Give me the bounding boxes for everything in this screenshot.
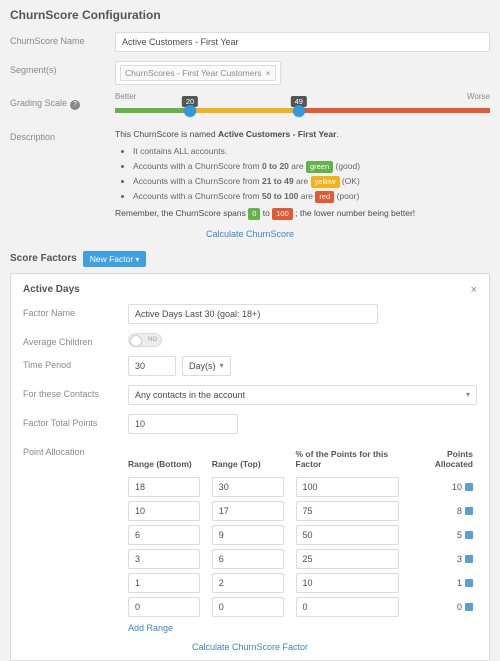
slider-handle-high[interactable] — [293, 105, 305, 117]
range-pct-input[interactable] — [296, 597, 399, 617]
new-factor-button[interactable]: New Factor — [83, 251, 147, 267]
factor-name-input[interactable] — [128, 304, 378, 324]
allocation-table: Range (Bottom) Range (Top) % of the Poin… — [128, 445, 477, 619]
delete-row-icon[interactable] — [465, 483, 473, 491]
churnscore-name-input[interactable] — [115, 32, 490, 52]
range-pct-input[interactable] — [296, 477, 399, 497]
add-range-link[interactable]: Add Range — [128, 623, 173, 633]
help-icon[interactable]: ? — [70, 100, 80, 110]
slider-worse-label: Worse — [467, 92, 490, 101]
range-pct-input[interactable] — [296, 573, 399, 593]
range-bottom-input[interactable] — [128, 549, 200, 569]
segment-tag[interactable]: ChurnScores - First Year Customers × — [120, 65, 276, 81]
close-icon[interactable]: × — [266, 68, 271, 78]
table-row: 8 — [128, 499, 477, 523]
range-top-input[interactable] — [212, 573, 284, 593]
table-row: 0 — [128, 595, 477, 619]
delete-row-icon[interactable] — [465, 507, 473, 515]
description-text: This ChurnScore is named Active Customer… — [115, 128, 490, 220]
delete-row-icon[interactable] — [465, 579, 473, 587]
description-bullet: Accounts with a ChurnScore from 0 to 20 … — [133, 160, 490, 173]
label-avg-children: Average Children — [23, 333, 128, 347]
delete-row-icon[interactable] — [465, 555, 473, 563]
label-time-period: Time Period — [23, 356, 128, 370]
table-row: 3 — [128, 547, 477, 571]
col-range-top: Range (Top) — [212, 445, 296, 475]
range-bottom-input[interactable] — [128, 477, 200, 497]
col-alloc: Points Allocated — [414, 445, 477, 475]
label-description: Description — [10, 128, 115, 142]
factor-panel: Active Days × Factor Name Average Childr… — [10, 273, 490, 661]
label-factor-name: Factor Name — [23, 304, 128, 318]
range-pct-input[interactable] — [296, 549, 399, 569]
range-bottom-input[interactable] — [128, 501, 200, 521]
slider-track: 20 49 — [115, 108, 490, 113]
range-top-input[interactable] — [212, 597, 284, 617]
points-allocated: 0 — [457, 602, 462, 612]
chevron-down-icon: ▾ — [220, 361, 224, 370]
slider-better-label: Better — [115, 92, 136, 101]
time-period-unit-select[interactable]: Day(s)▾ — [182, 356, 231, 376]
segment-tag-label: ChurnScores - First Year Customers — [125, 68, 262, 78]
delete-row-icon[interactable] — [465, 603, 473, 611]
label-factor-total: Factor Total Points — [23, 414, 128, 428]
range-bottom-input[interactable] — [128, 573, 200, 593]
calculate-factor-link[interactable]: Calculate ChurnScore Factor — [23, 642, 477, 652]
range-top-input[interactable] — [212, 477, 284, 497]
col-pct: % of the Points for this Factor — [296, 445, 415, 475]
label-name: ChurnScore Name — [10, 32, 115, 46]
table-row: 5 — [128, 523, 477, 547]
close-icon[interactable]: × — [471, 284, 477, 296]
range-top-input[interactable] — [212, 549, 284, 569]
label-for-contacts: For these Contacts — [23, 385, 128, 399]
col-range-bottom: Range (Bottom) — [128, 445, 212, 475]
factor-title: Active Days — [23, 284, 80, 295]
points-allocated: 1 — [457, 578, 462, 588]
table-row: 1 — [128, 571, 477, 595]
chevron-down-icon: ▾ — [466, 390, 470, 399]
description-bullet: It contains ALL accounts. — [133, 145, 490, 158]
description-bullet: Accounts with a ChurnScore from 50 to 10… — [133, 190, 490, 203]
grading-slider[interactable]: Better Worse 20 49 — [115, 94, 490, 119]
range-top-input[interactable] — [212, 525, 284, 545]
factor-total-input[interactable] — [128, 414, 238, 434]
label-point-alloc: Point Allocation — [23, 443, 128, 457]
range-bottom-input[interactable] — [128, 597, 200, 617]
page-title: ChurnScore Configuration — [10, 8, 490, 22]
segments-select[interactable]: ChurnScores - First Year Customers × — [115, 61, 281, 85]
contacts-select[interactable]: Any contacts in the account ▾ — [128, 385, 477, 405]
range-bottom-input[interactable] — [128, 525, 200, 545]
points-allocated: 3 — [457, 554, 462, 564]
points-allocated: 10 — [452, 482, 462, 492]
points-allocated: 8 — [457, 506, 462, 516]
score-factors-heading: Score Factors — [10, 253, 77, 264]
description-bullet: Accounts with a ChurnScore from 21 to 49… — [133, 175, 490, 188]
avg-children-toggle[interactable]: NO — [128, 333, 162, 347]
range-pct-input[interactable] — [296, 501, 399, 521]
label-segments: Segment(s) — [10, 61, 115, 75]
table-row: 10 — [128, 475, 477, 499]
range-top-input[interactable] — [212, 501, 284, 521]
time-period-input[interactable] — [128, 356, 176, 376]
delete-row-icon[interactable] — [465, 531, 473, 539]
calculate-churnscore-link[interactable]: Calculate ChurnScore — [10, 229, 490, 239]
slider-handle-low[interactable] — [184, 105, 196, 117]
range-pct-input[interactable] — [296, 525, 399, 545]
points-allocated: 5 — [457, 530, 462, 540]
label-grading: Grading Scale? — [10, 94, 115, 110]
